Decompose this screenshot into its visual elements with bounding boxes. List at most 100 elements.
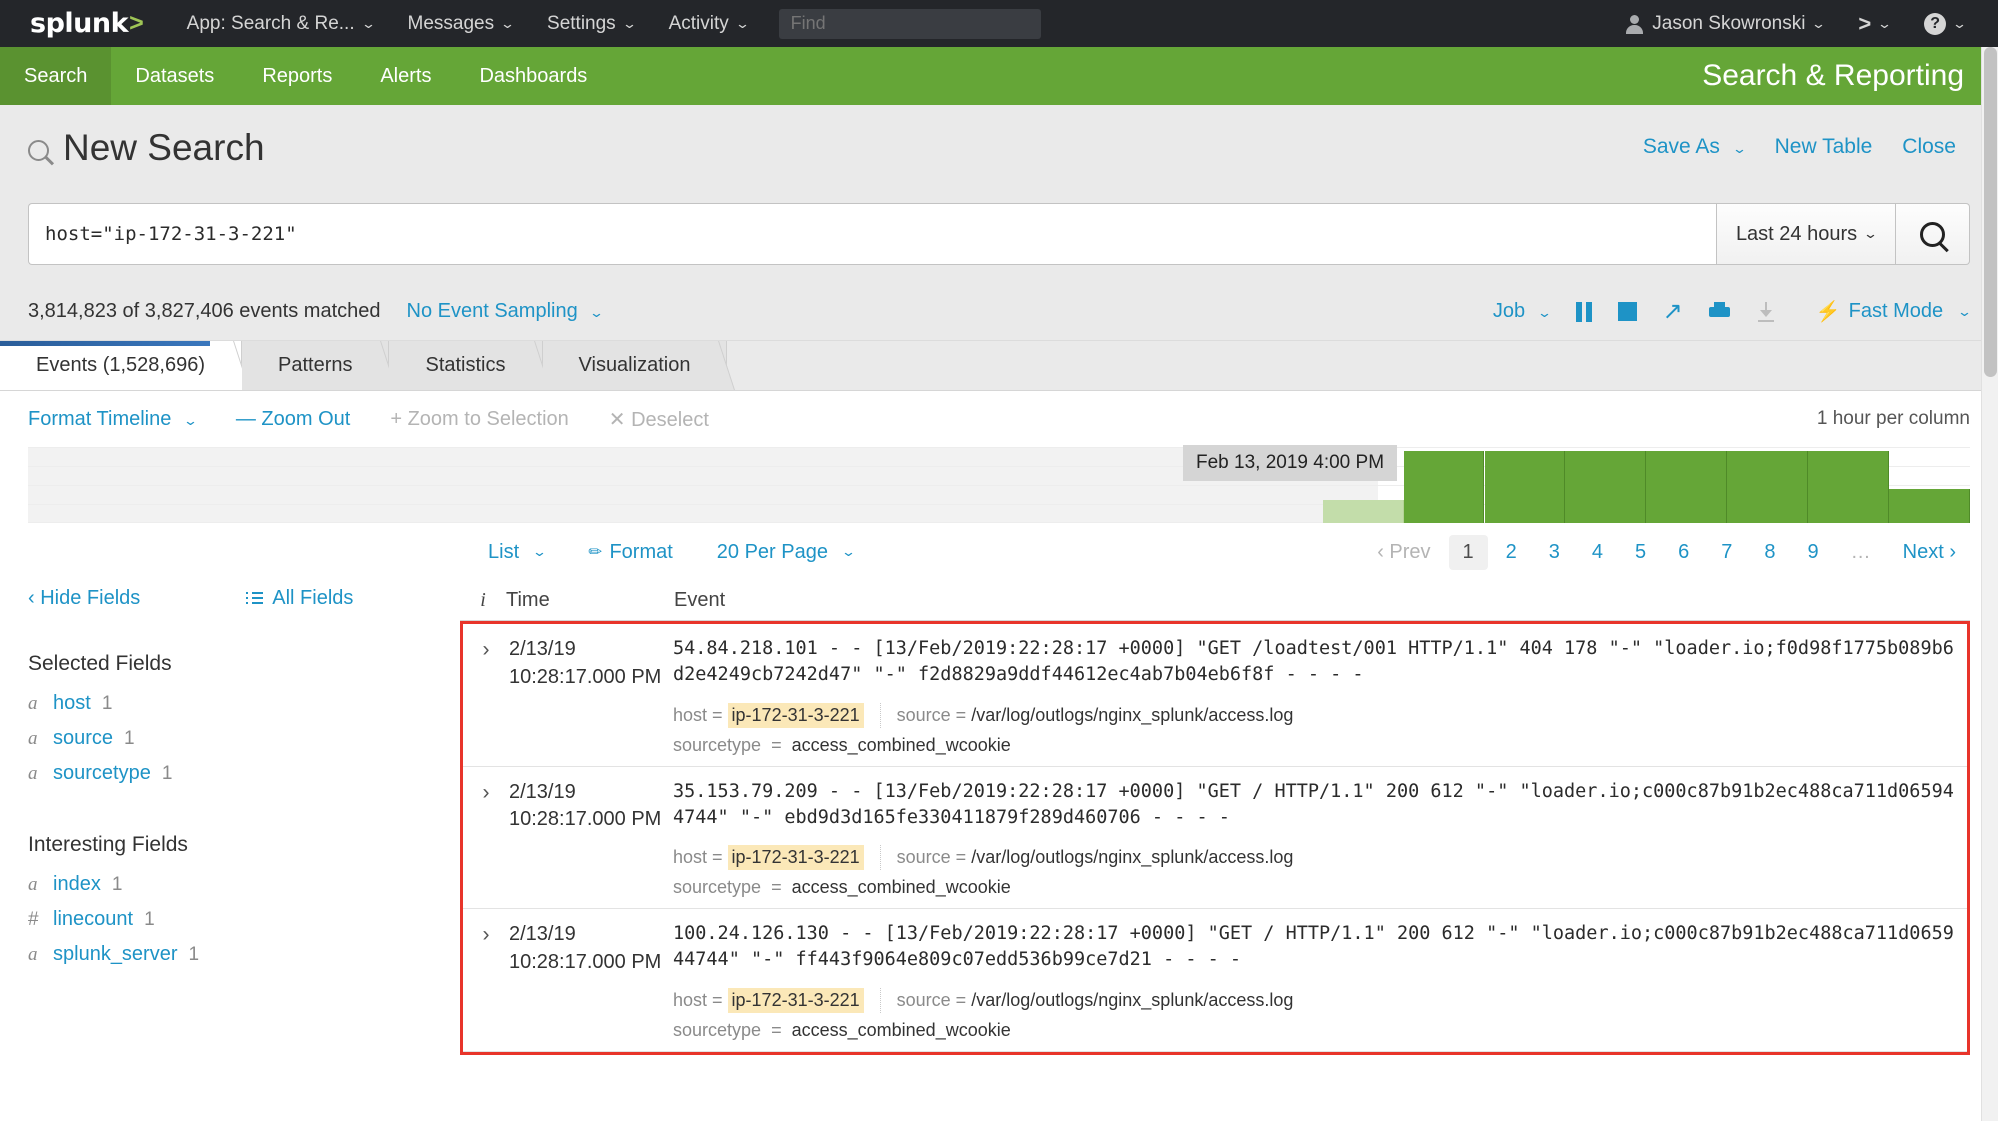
timeline-bar[interactable] [1403, 451, 1485, 523]
run-search-button[interactable] [1896, 203, 1970, 265]
search-progress-bar [0, 341, 210, 346]
page-3-button[interactable]: 3 [1535, 535, 1574, 570]
nav-item-search[interactable]: Search [0, 47, 112, 105]
event-field-sourcetype[interactable]: sourcetype = access_combined_wcookie [673, 877, 1955, 898]
timeline-bar[interactable] [1322, 500, 1404, 523]
field-sourcetype[interactable]: a sourcetype 1 [28, 756, 460, 791]
help-menu[interactable]: ? ⌄ [1907, 0, 1982, 47]
chevron-down-icon: ⌄ [1811, 15, 1827, 31]
page-scrollbar[interactable] [1981, 47, 1998, 1121]
job-label: Job [1492, 300, 1526, 322]
format-timeline-menu[interactable]: Format Timeline ⌄ [28, 408, 199, 431]
timeline-bar[interactable] [1889, 489, 1970, 523]
event-field-host[interactable]: host = ip-172-31-3-221 [673, 702, 881, 728]
timeline-bar[interactable] [1565, 451, 1647, 523]
close-button[interactable]: Close [1902, 135, 1956, 159]
nav-item-datasets-label: Datasets [135, 64, 215, 87]
splunk-logo[interactable]: splunk > [30, 8, 144, 39]
event-field-source[interactable]: source = /var/log/outlogs/nginx_splunk/a… [897, 847, 1310, 868]
help-icon: ? [1924, 12, 1947, 35]
page-header: New Search Save As ⌄ New Table Close [0, 105, 1998, 203]
zoom-out-button[interactable]: — Zoom Out [236, 408, 350, 431]
nav-item-dashboards[interactable]: Dashboards [455, 47, 611, 105]
print-icon[interactable] [1708, 302, 1730, 321]
event-field-host-key: host [673, 847, 708, 868]
expand-row-icon[interactable]: › [463, 921, 509, 1041]
tab-visualization[interactable]: Visualization [542, 341, 728, 390]
pause-icon[interactable] [1575, 301, 1592, 322]
tab-statistics[interactable]: Statistics [389, 341, 543, 390]
field-splunk-server[interactable]: a splunk_server 1 [28, 937, 460, 972]
event-field-sourcetype-value: access_combined_wcookie [791, 734, 1011, 755]
chevron-down-icon: ⌄ [182, 412, 199, 428]
format-results-button[interactable]: ✎ Format [585, 541, 672, 564]
nav-item-reports[interactable]: Reports [238, 47, 356, 105]
table-row[interactable]: › 2/13/19 10:28:17.000 PM 100.24.126.130… [463, 909, 1967, 1052]
page-7-button[interactable]: 7 [1707, 535, 1746, 570]
expand-row-icon[interactable]: › [463, 636, 509, 756]
timeline-bar[interactable] [1646, 451, 1728, 523]
tab-patterns[interactable]: Patterns [242, 341, 390, 390]
scrollbar-thumb[interactable] [1984, 47, 1997, 377]
timeline-bar[interactable] [1727, 451, 1809, 523]
event-field-source[interactable]: source = /var/log/outlogs/nginx_splunk/a… [897, 705, 1310, 726]
field-type-icon: a [28, 944, 38, 965]
settings-menu[interactable]: Settings ⌄ [530, 0, 652, 47]
event-sampling-menu[interactable]: No Event Sampling ⌄ [407, 300, 605, 323]
user-menu[interactable]: Jason Skowronski ⌄ [1609, 0, 1841, 47]
app-menu[interactable]: App: Search & Re... ⌄ [170, 0, 391, 47]
bolt-icon: ⚡ [1815, 301, 1841, 323]
page-8-button[interactable]: 8 [1750, 535, 1789, 570]
find-input[interactable] [778, 8, 1041, 39]
minus-icon: — [235, 407, 256, 430]
per-page-menu[interactable]: 20 Per Page ⌄ [717, 541, 856, 564]
event-date: 2/13/19 [509, 638, 576, 660]
search-query-input[interactable] [28, 203, 1716, 265]
timeline-bar[interactable] [1484, 451, 1566, 523]
event-field-sourcetype[interactable]: sourcetype = access_combined_wcookie [673, 1020, 1955, 1041]
stop-icon[interactable] [1617, 302, 1637, 321]
job-menu[interactable]: Job ⌄ [1492, 300, 1552, 323]
event-field-source[interactable]: source = /var/log/outlogs/nginx_splunk/a… [897, 990, 1310, 1011]
page-4-button[interactable]: 4 [1578, 535, 1617, 570]
timeline-bar[interactable] [1808, 451, 1890, 523]
event-field-sourcetype[interactable]: sourcetype = access_combined_wcookie [673, 735, 1955, 756]
field-linecount[interactable]: # linecount 1 [28, 902, 460, 937]
field-index[interactable]: a index 1 [28, 867, 460, 902]
page-9-button[interactable]: 9 [1794, 535, 1833, 570]
search-mode-label: Fast Mode [1848, 300, 1944, 322]
timeline-chart[interactable]: Feb 13, 2019 4:00 PM [28, 445, 1970, 523]
share-icon[interactable]: ↗ [1663, 299, 1683, 324]
field-host[interactable]: a host 1 [28, 686, 460, 721]
nav-item-alerts[interactable]: Alerts [356, 47, 455, 105]
nav-item-datasets[interactable]: Datasets [111, 47, 238, 105]
event-clock: 10:28:17.000 PM [509, 950, 662, 973]
list-view-menu[interactable]: List ⌄ [488, 541, 547, 564]
field-source[interactable]: a source 1 [28, 721, 460, 756]
event-field-host[interactable]: host = ip-172-31-3-221 [673, 987, 881, 1013]
messages-menu[interactable]: Messages ⌄ [391, 0, 531, 47]
page-6-button[interactable]: 6 [1664, 535, 1703, 570]
chevron-down-icon: ⌄ [734, 15, 750, 31]
time-range-picker[interactable]: Last 24 hours ⌄ [1716, 203, 1896, 265]
new-table-button[interactable]: New Table [1775, 135, 1873, 159]
console-menu[interactable]: > ⌄ [1841, 0, 1907, 47]
page-5-button[interactable]: 5 [1621, 535, 1660, 570]
field-type-icon: a [28, 728, 38, 749]
page-2-button[interactable]: 2 [1492, 535, 1531, 570]
tab-events[interactable]: Events (1,528,696) [0, 341, 242, 390]
activity-menu[interactable]: Activity ⌄ [652, 0, 765, 47]
event-field-host[interactable]: host = ip-172-31-3-221 [673, 845, 881, 871]
event-field-host-key: host [673, 704, 708, 725]
all-fields-button[interactable]: All Fields [246, 587, 353, 610]
expand-row-icon[interactable]: › [463, 779, 509, 899]
table-row[interactable]: › 2/13/19 10:28:17.000 PM 54.84.218.101 … [463, 624, 1967, 767]
table-row[interactable]: › 2/13/19 10:28:17.000 PM 35.153.79.209 … [463, 767, 1967, 910]
results-toolbar: List ⌄ ✎ Format 20 Per Page ⌄ ‹ Prev 1 2… [0, 523, 1998, 581]
page-next-button[interactable]: Next › [1889, 535, 1970, 570]
page-1-button[interactable]: 1 [1448, 534, 1488, 570]
search-mode-menu[interactable]: ⚡ Fast Mode ⌄ [1815, 299, 1972, 324]
event-content: 54.84.218.101 - - [13/Feb/2019:22:28:17 … [673, 636, 1967, 756]
hide-fields-button[interactable]: ‹ Hide Fields [28, 587, 140, 610]
save-as-button[interactable]: Save As ⌄ [1643, 135, 1747, 159]
